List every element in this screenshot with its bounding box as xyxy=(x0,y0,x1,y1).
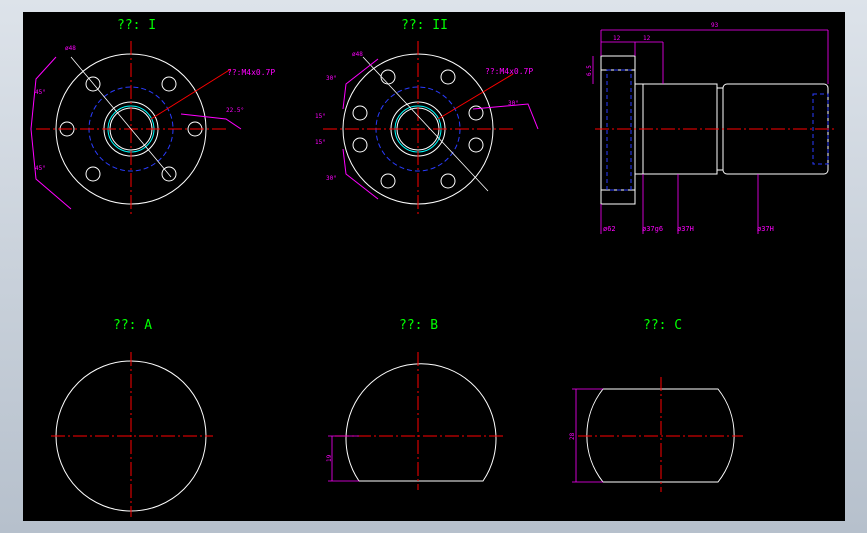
view-a xyxy=(51,352,213,517)
side-dim-d4: ø37H xyxy=(757,225,774,233)
window-frame: ??: I ø48 ??:M4x0.7P 45° 45° 22.5° ??: I… xyxy=(0,0,867,533)
side-dim-12b: 12 xyxy=(643,35,651,42)
side-dim-left: 6.5 xyxy=(586,65,593,76)
view-2-thread-label: ??:M4x0.7P xyxy=(485,67,533,76)
view-2-angle-2: 15° xyxy=(315,113,326,120)
view-a-title: ??: A xyxy=(113,318,152,333)
view-2-angle-1: 30° xyxy=(326,75,337,82)
side-dim-top: 93 xyxy=(711,22,719,29)
view-b-outline xyxy=(345,363,497,482)
view-2-diameter-label: ø48 xyxy=(352,51,363,58)
side-flange-hidden xyxy=(606,69,632,191)
view-b-title: ??: B xyxy=(399,318,438,333)
drawing-canvas[interactable]: ??: I ø48 ??:M4x0.7P 45° 45° 22.5° ??: I… xyxy=(23,12,845,521)
view-1-angle-1: 45° xyxy=(35,89,46,96)
view-1-title: ??: I xyxy=(117,18,156,33)
side-dim-12a: 12 xyxy=(613,35,621,42)
view-1-angle-3: 22.5° xyxy=(226,107,244,114)
view-c-dim: 28 xyxy=(569,432,576,440)
view-b xyxy=(328,352,505,490)
side-dim-d1: ø62 xyxy=(603,225,616,233)
view-1-flange xyxy=(30,41,242,217)
view-2-angle-3: 15° xyxy=(315,139,326,146)
view-2-angle-5: 30° xyxy=(508,100,519,107)
view-1-thread-label: ??:M4x0.7P xyxy=(227,68,275,77)
side-dim-d3: ø37H xyxy=(677,225,694,233)
view-1-angle-2: 45° xyxy=(35,165,46,172)
view-1-diameter-label: ø48 xyxy=(65,45,76,52)
side-dim-d2: ø37g6 xyxy=(642,225,663,233)
view-2-angle-4: 30° xyxy=(326,175,337,182)
side-view xyxy=(592,29,835,234)
view-2-title: ??: II xyxy=(401,18,448,33)
view-b-dim: 19 xyxy=(326,454,333,462)
view-c-title: ??: C xyxy=(643,318,682,333)
view-c xyxy=(572,377,743,492)
cad-drawing: ??: I ø48 ??:M4x0.7P 45° 45° 22.5° ??: I… xyxy=(30,18,835,517)
side-flange-body xyxy=(600,55,636,205)
